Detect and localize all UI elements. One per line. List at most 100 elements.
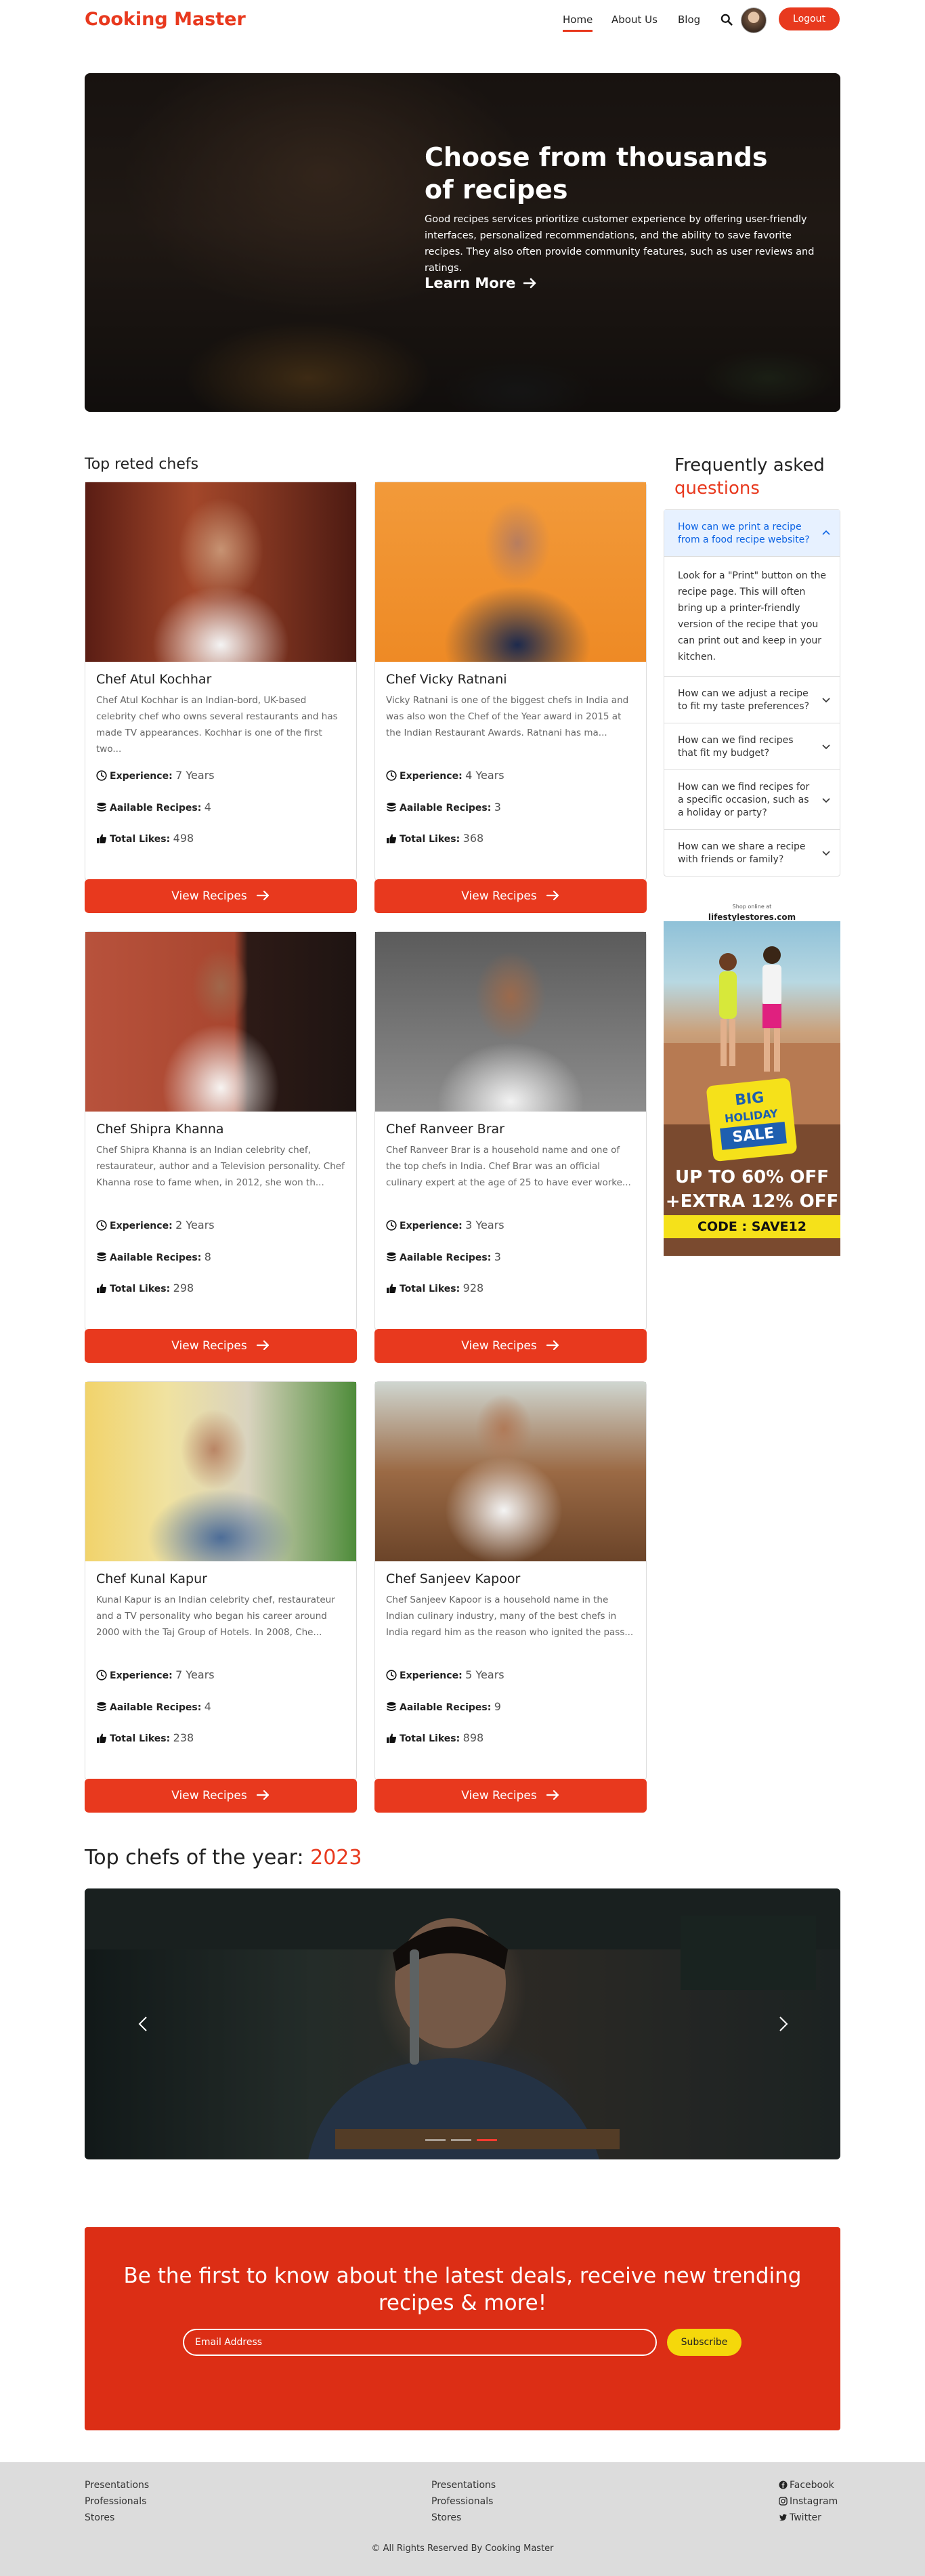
nav-blog[interactable]: Blog — [678, 14, 700, 26]
clock-icon — [96, 770, 107, 781]
carousel-indicator[interactable] — [451, 2139, 471, 2141]
faq-title-accent: questions — [674, 478, 760, 499]
ad-brand: lifestylestores.com — [708, 912, 796, 922]
thumbs-up-icon — [387, 1733, 397, 1743]
chef-card: Chef Sanjeev Kapoor Chef Sanjeev Kapoor i… — [374, 1381, 647, 1781]
faq-question-text: How can we print a recipe from a food re… — [678, 522, 810, 545]
layers-icon — [387, 1252, 396, 1261]
view-recipes-button[interactable]: View Recipes — [374, 1779, 647, 1813]
carousel-indicator-active[interactable] — [477, 2139, 497, 2141]
chef-card: Chef Kunal Kapur Kunal Kapur is an Indian… — [85, 1381, 357, 1781]
chef-recipes: Aailable Recipes: 4 — [96, 801, 211, 814]
search-icon[interactable] — [720, 14, 733, 26]
nav-about-us[interactable]: About Us — [611, 14, 658, 26]
chevron-down-icon — [822, 698, 830, 703]
view-recipes-label: View Recipes — [461, 1339, 537, 1353]
thumbs-up-icon — [387, 834, 397, 843]
nav-home[interactable]: Home — [563, 14, 593, 32]
chevron-right-icon[interactable] — [773, 2014, 793, 2034]
footer-link-stores[interactable]: Stores — [431, 2512, 461, 2523]
chef-experience: Experience: 7 Years — [96, 769, 215, 782]
chef-description: Chef Atul Kochhar is an Indian-bord, UK-… — [96, 695, 338, 755]
chef-photo — [375, 1382, 646, 1561]
footer-link-presentations[interactable]: Presentations — [431, 2480, 496, 2491]
experience-value: 4 Years — [465, 769, 504, 782]
faq-question[interactable]: How can we find recipes for a specific o… — [664, 770, 840, 830]
chef-recipes: Aailable Recipes: 3 — [386, 801, 501, 814]
view-recipes-label: View Recipes — [461, 1789, 537, 1802]
twitter-icon — [779, 2514, 788, 2521]
experience-value: 2 Years — [175, 1219, 215, 1231]
chef-recipes: Aailable Recipes: 3 — [386, 1250, 501, 1263]
likes-value: 238 — [173, 1731, 194, 1744]
chef-likes: Total Likes: 898 — [386, 1731, 483, 1744]
chevron-up-icon — [822, 530, 830, 535]
clock-icon — [386, 1220, 397, 1231]
carousel-indicator[interactable] — [425, 2139, 446, 2141]
chef-experience: Experience: 5 Years — [386, 1668, 504, 1681]
year-value: 2023 — [310, 1846, 362, 1870]
subscribe-button[interactable]: Subscribe — [667, 2329, 741, 2356]
chef-name: Chef Vicky Ratnani — [386, 672, 507, 687]
chef-photo — [85, 482, 356, 662]
layers-icon — [97, 1702, 106, 1711]
faq-question[interactable]: How can we find recipes that fit my budg… — [664, 723, 840, 770]
chef-photo — [375, 932, 646, 1112]
clock-icon — [96, 1670, 107, 1681]
likes-value: 928 — [462, 1282, 484, 1294]
layers-icon — [387, 1702, 396, 1711]
chevron-left-icon[interactable] — [133, 2014, 154, 2034]
footer-facebook[interactable]: Facebook — [779, 2480, 834, 2491]
recipes-value: 9 — [494, 1700, 501, 1713]
thumbs-up-icon — [97, 1733, 107, 1743]
clock-icon — [386, 770, 397, 781]
chef-recipes: Aailable Recipes: 4 — [96, 1700, 211, 1713]
top-nav: Cooking Master Home About Us Blog Logout — [0, 0, 925, 41]
chevron-down-icon — [822, 851, 830, 856]
experience-value: 5 Years — [465, 1668, 504, 1681]
top-rated-chefs-title: Top reted chefs — [85, 456, 199, 473]
view-recipes-button[interactable]: View Recipes — [85, 1329, 357, 1363]
footer-link-professionals[interactable]: Professionals — [85, 2496, 146, 2507]
chevron-down-icon — [822, 797, 830, 803]
faq-question[interactable]: How can we print a recipe from a food re… — [664, 510, 840, 557]
recipes-value: 8 — [204, 1250, 211, 1263]
chef-likes: Total Likes: 498 — [96, 832, 194, 845]
footer-twitter[interactable]: Twitter — [779, 2512, 821, 2523]
footer-link-professionals[interactable]: Professionals — [431, 2496, 493, 2507]
holiday-sale-badge: BIG HOLIDAY SALE — [706, 1077, 798, 1162]
footer-link-presentations[interactable]: Presentations — [85, 2480, 149, 2491]
thumbs-up-icon — [97, 834, 107, 843]
likes-value: 898 — [462, 1731, 484, 1744]
faq-title: Frequently asked — [674, 455, 825, 476]
avatar[interactable] — [741, 7, 767, 33]
clock-icon — [386, 1670, 397, 1681]
faq-question[interactable]: How can we share a recipe with friends o… — [664, 830, 840, 876]
footer-link-stores[interactable]: Stores — [85, 2512, 114, 2523]
chef-photo — [375, 482, 646, 662]
recipes-value: 3 — [494, 1250, 501, 1263]
email-input[interactable] — [183, 2329, 657, 2356]
likes-value: 368 — [462, 832, 484, 845]
footer-instagram[interactable]: Instagram — [779, 2496, 838, 2507]
chef-experience: Experience: 4 Years — [386, 769, 504, 782]
view-recipes-button[interactable]: View Recipes — [85, 879, 357, 913]
chef-name: Chef Kunal Kapur — [96, 1571, 207, 1586]
logout-button[interactable]: Logout — [779, 7, 840, 30]
view-recipes-label: View Recipes — [171, 1789, 247, 1802]
learn-more-label: Learn More — [425, 275, 516, 291]
faq-question[interactable]: How can we adjust a recipe to fit my tas… — [664, 677, 840, 723]
ad-promo-code: CODE : SAVE12 — [664, 1215, 840, 1238]
view-recipes-button[interactable]: View Recipes — [374, 1329, 647, 1363]
newsletter-title: Be the first to know about the latest de… — [123, 2264, 802, 2315]
arrow-right-icon — [546, 890, 559, 901]
view-recipes-label: View Recipes — [461, 889, 537, 903]
brand-logo[interactable]: Cooking Master — [85, 9, 246, 30]
experience-value: 7 Years — [175, 769, 215, 782]
sale-advertisement[interactable]: Shop online at lifestylestores.com BIG HO… — [664, 902, 840, 1256]
faq-question-text: How can we find recipes that fit my budg… — [678, 735, 794, 759]
chef-recipes: Aailable Recipes: 8 — [96, 1250, 211, 1263]
view-recipes-button[interactable]: View Recipes — [374, 879, 647, 913]
learn-more-button[interactable]: Learn More — [425, 275, 537, 291]
view-recipes-button[interactable]: View Recipes — [85, 1779, 357, 1813]
